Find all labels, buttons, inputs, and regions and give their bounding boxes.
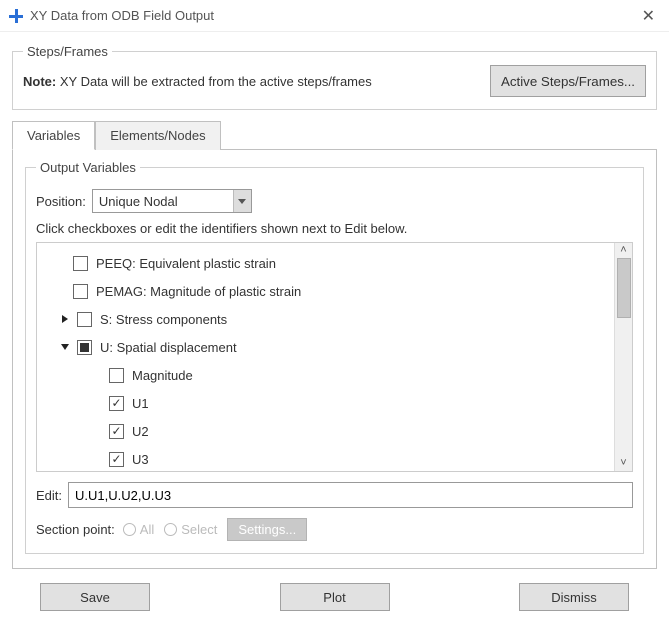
edit-label: Edit:: [36, 488, 62, 503]
close-icon[interactable]: ✕: [636, 6, 661, 26]
expand-right-icon[interactable]: [57, 314, 73, 324]
radio-select: Select: [164, 522, 217, 537]
tree-item-u3[interactable]: U3: [37, 445, 614, 471]
variable-tree: PEEQ: Equivalent plastic strain PEMAG: M…: [36, 242, 633, 472]
section-point-label: Section point:: [36, 522, 115, 537]
tab-variables[interactable]: Variables: [12, 121, 95, 150]
scroll-thumb[interactable]: [617, 258, 631, 318]
checkbox-u3[interactable]: [109, 452, 124, 467]
scroll-up-icon[interactable]: ˄: [620, 245, 626, 256]
tree-item-u2[interactable]: U2: [37, 417, 614, 445]
tab-elements-nodes[interactable]: Elements/Nodes: [95, 121, 220, 150]
output-variables-group: Output Variables Position: Click checkbo…: [25, 160, 644, 554]
checkbox-magnitude[interactable]: [109, 368, 124, 383]
radio-all: All: [123, 522, 154, 537]
edit-field[interactable]: [68, 482, 633, 508]
output-variables-legend: Output Variables: [36, 160, 140, 175]
tree-item-u[interactable]: U: Spatial displacement: [37, 333, 614, 361]
tab-panel-variables: Output Variables Position: Click checkbo…: [12, 149, 657, 569]
tree-item-s[interactable]: S: Stress components: [37, 305, 614, 333]
checkbox-peeq[interactable]: [73, 256, 88, 271]
steps-frames-group: Steps/Frames Note: XY Data will be extra…: [12, 44, 657, 110]
tree-item-pemag[interactable]: PEMAG: Magnitude of plastic strain: [37, 277, 614, 305]
identifier-hint: Click checkboxes or edit the identifiers…: [36, 221, 633, 236]
tree-item-u1[interactable]: U1: [37, 389, 614, 417]
chevron-down-icon[interactable]: [233, 190, 251, 212]
radio-circle-icon: [123, 523, 136, 536]
tree-scrollbar[interactable]: ˄ ˅: [614, 243, 632, 471]
checkbox-s[interactable]: [77, 312, 92, 327]
dismiss-button[interactable]: Dismiss: [519, 583, 629, 611]
checkbox-u[interactable]: [77, 340, 92, 355]
scroll-down-icon[interactable]: ˅: [620, 458, 626, 469]
save-button[interactable]: Save: [40, 583, 150, 611]
app-icon: [8, 8, 24, 24]
settings-button: Settings...: [227, 518, 307, 541]
checkbox-u2[interactable]: [109, 424, 124, 439]
checkbox-pemag[interactable]: [73, 284, 88, 299]
title-bar: XY Data from ODB Field Output ✕: [0, 0, 669, 32]
steps-note: Note: XY Data will be extracted from the…: [23, 74, 490, 89]
position-label: Position:: [36, 194, 86, 209]
expand-down-icon[interactable]: [57, 342, 73, 352]
position-select[interactable]: [92, 189, 252, 213]
dialog-footer: Save Plot Dismiss: [0, 569, 669, 621]
steps-frames-legend: Steps/Frames: [23, 44, 112, 59]
radio-circle-icon: [164, 523, 177, 536]
position-select-value[interactable]: [93, 190, 233, 212]
tree-item-magnitude[interactable]: Magnitude: [37, 361, 614, 389]
plot-button[interactable]: Plot: [280, 583, 390, 611]
tabs-container: Variables Elements/Nodes Output Variable…: [12, 120, 657, 569]
tree-item-peeq[interactable]: PEEQ: Equivalent plastic strain: [37, 249, 614, 277]
active-steps-frames-button[interactable]: Active Steps/Frames...: [490, 65, 646, 97]
window-title: XY Data from ODB Field Output: [30, 8, 214, 23]
checkbox-u1[interactable]: [109, 396, 124, 411]
